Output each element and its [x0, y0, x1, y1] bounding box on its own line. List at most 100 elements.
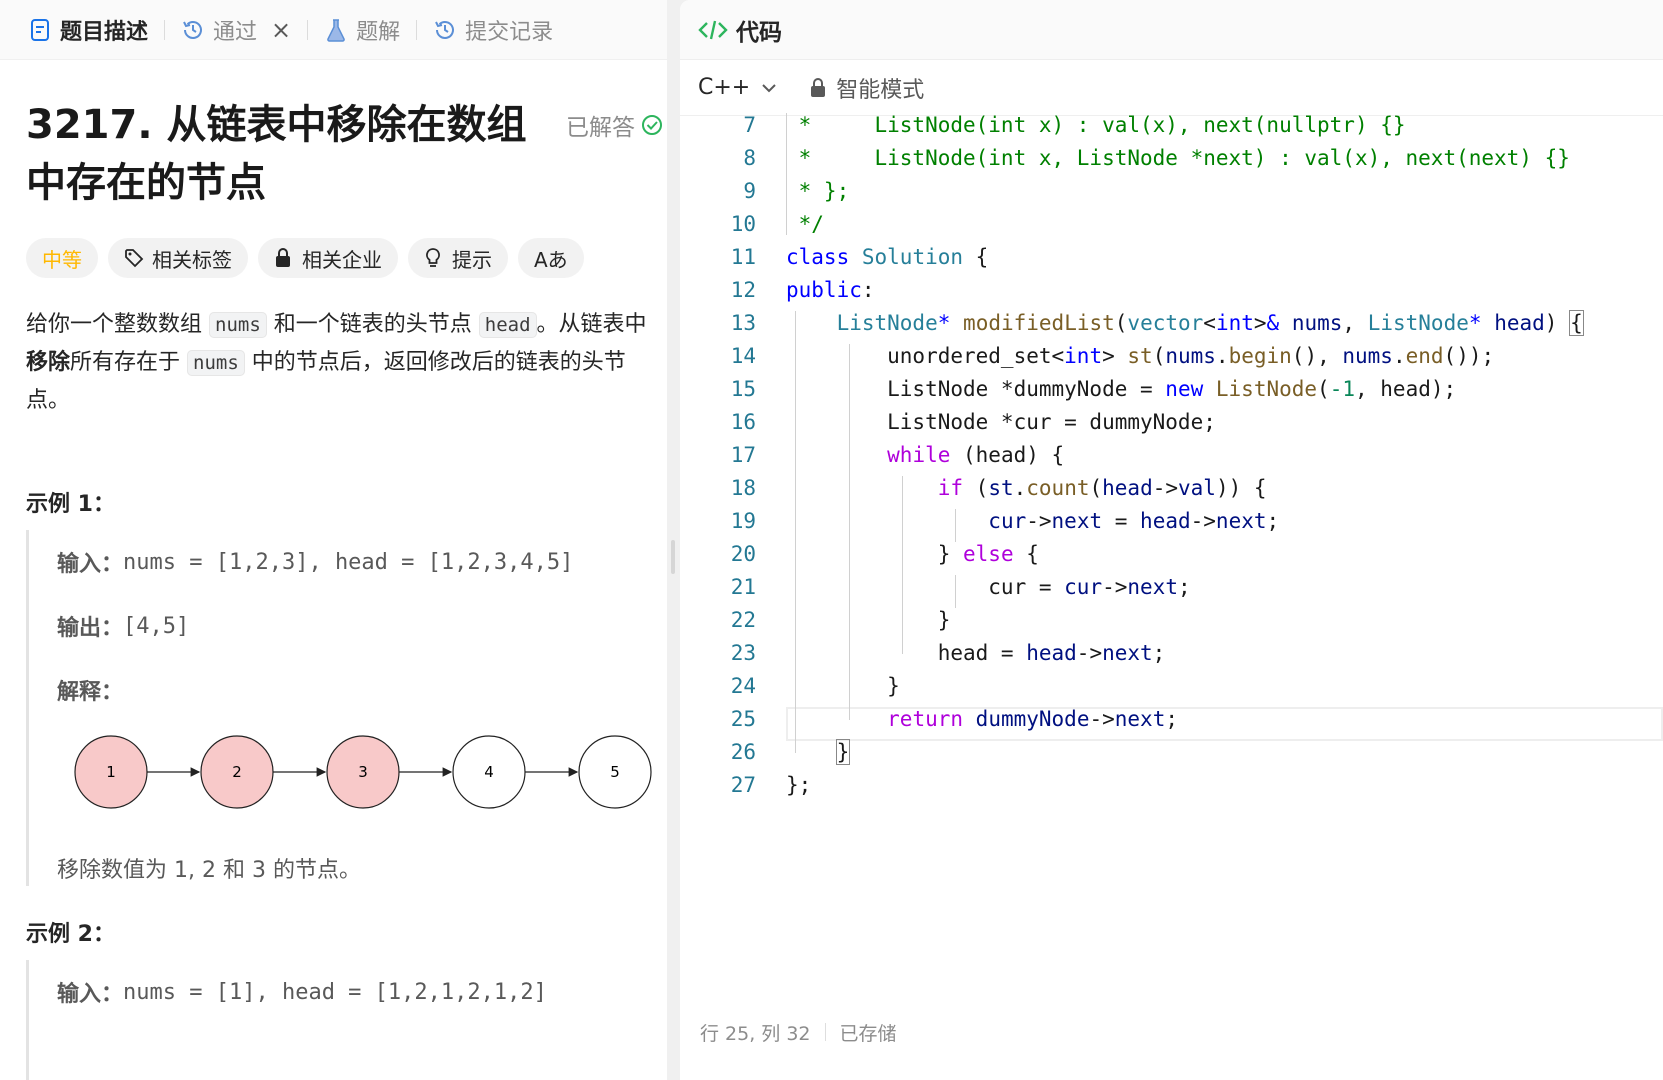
list-node-label: 4 [484, 763, 494, 781]
translate-icon: Aあ [534, 247, 568, 272]
inline-code: head [478, 312, 537, 338]
desc-text: 。从链表中 [536, 312, 647, 337]
example-2-input-value: nums = [1], head = [1,2,1,2,1,2] [123, 979, 547, 1005]
problem-title-line1: 3217. 从链表中移除在数组 [26, 102, 527, 148]
history-icon [433, 18, 457, 42]
problem-tags: 中等 相关标签 相关企业 提示 Aあ [26, 238, 584, 278]
line-number: 7 [743, 113, 756, 137]
flask-icon [324, 18, 348, 42]
line-number: 23 [730, 641, 756, 665]
hint-button[interactable]: 提示 [408, 238, 508, 278]
code-line: } [786, 608, 951, 632]
code-line: } [786, 674, 900, 698]
line-number: 26 [730, 740, 756, 764]
related-companies-button[interactable]: 相关企业 [258, 238, 398, 278]
tab-solutions-label: 题解 [356, 19, 401, 45]
code-line: * ListNode(int x) : val(x), next(nullptr… [786, 113, 1406, 137]
line-number: 8 [743, 146, 756, 170]
line-number: 18 [730, 476, 756, 500]
smart-mode-toggle[interactable]: 智能模式 [808, 72, 924, 104]
input-label: 输入： [57, 552, 124, 577]
save-status: 已存储 [839, 1022, 897, 1045]
line-number: 19 [730, 509, 756, 533]
line-number: 9 [743, 179, 756, 203]
problem-panel: 题目描述 通过 × 题解 提交记录 3217. 从链表中移除在数组 中存在的节点 [0, 0, 667, 1080]
code-line: ListNode *cur = dummyNode; [786, 410, 1216, 434]
line-number: 12 [730, 278, 756, 302]
language-select[interactable]: C++ [698, 75, 778, 100]
solved-status: 已解答 [566, 108, 663, 142]
problem-tabbar: 题目描述 通过 × 题解 提交记录 [0, 0, 667, 60]
lightbulb-icon [424, 247, 446, 269]
tab-divider [164, 19, 166, 40]
chevron-down-icon [762, 83, 776, 92]
code-line: } [835, 739, 851, 765]
line-number: 10 [730, 212, 756, 236]
panel-resize-handle[interactable] [671, 540, 675, 574]
translate-button[interactable]: Aあ [518, 238, 584, 278]
list-node-label: 3 [358, 763, 368, 781]
tab-description-label: 题目描述 [60, 19, 149, 45]
close-icon[interactable]: × [271, 16, 291, 44]
code-line: } else { [786, 542, 1039, 566]
code-icon [698, 20, 728, 39]
code-line: }; [786, 773, 812, 797]
difficulty-badge[interactable]: 中等 [26, 238, 98, 278]
desc-bold: 移除 [26, 350, 71, 375]
code-line: public: [786, 278, 875, 302]
example-1-note: 移除数值为 1, 2 和 3 的节点。 [57, 858, 361, 883]
inline-code: nums [187, 350, 245, 376]
example-2-block: 输入： nums = [1], head = [1,2,1,2,1,2] [26, 960, 646, 1080]
lock-icon [811, 77, 826, 97]
list-node-label: 5 [610, 763, 620, 781]
line-number: 13 [730, 311, 756, 335]
code-line: * ListNode(int x, ListNode *next) : val(… [786, 146, 1570, 170]
desc-text: 给你一个整数数组 [26, 312, 209, 337]
tab-solutions[interactable]: 题解 [318, 0, 406, 60]
linked-list-diagram: 1 2 3 4 5 [74, 735, 652, 809]
tab-submissions-label: 提交记录 [465, 19, 554, 45]
code-line: if (st.count(head->val)) { [937, 476, 1267, 500]
line-number: 22 [730, 608, 756, 632]
code-line: cur->next = head->next; [988, 509, 1280, 533]
tab-accepted[interactable]: 通过 × [175, 0, 297, 60]
code-line: while (head) { [887, 443, 1065, 467]
example-2-title: 示例 2： [26, 922, 115, 947]
line-number: 15 [730, 377, 756, 401]
line-number: 21 [730, 575, 756, 599]
status-divider [824, 1023, 826, 1041]
example-1-block: 输入： nums = [1,2,3], head = [1,2,3,4,5] 输… [26, 530, 652, 886]
code-line: head = head->next; [786, 641, 1166, 665]
code-line: * }; [786, 179, 850, 203]
code-editor[interactable]: 7 8 9 10 11 12 13 14 15 16 17 18 19 20 21 22 23 24 25 26 27 … [680, 113, 1663, 1033]
code-panel-title: 代码 [736, 19, 782, 46]
tab-submissions[interactable]: 提交记录 [427, 0, 559, 60]
list-node-label: 2 [232, 763, 242, 781]
line-number: 17 [730, 443, 756, 467]
example-1-title: 示例 1： [26, 492, 115, 517]
code-line: class Solution { [786, 245, 989, 269]
problem-description: 给你一个整数数组 nums 和一个链表的头节点 head 。从链表中移除所有存在于… [26, 306, 666, 420]
line-number: 24 [730, 674, 756, 698]
code-line: ListNode *dummyNode = new ListNode(-1, h… [786, 377, 1457, 401]
code-line: ListNode* modifiedList(vector<int>& nums… [836, 310, 1584, 336]
output-label: 输出： [57, 616, 124, 641]
example-1-input-value: nums = [1,2,3], head = [1,2,3,4,5] [123, 549, 574, 575]
tab-description[interactable]: 题目描述 [22, 0, 154, 60]
code-line: return dummyNode->next; [887, 707, 1178, 731]
code-line: */ [786, 212, 824, 236]
related-companies-label: 相关企业 [302, 247, 382, 272]
related-tags-button[interactable]: 相关标签 [108, 238, 248, 278]
solved-status-label: 已解答 [566, 115, 635, 141]
code-panel: 代码 C++ 智能模式 7 8 9 10 11 12 13 14 15 16 17 18 19 20 21 2… [680, 0, 1663, 1080]
code-line: cur = cur->next; [786, 575, 1191, 599]
tab-divider [416, 19, 418, 40]
line-number: 14 [730, 344, 756, 368]
tab-accepted-label: 通过 [213, 19, 258, 45]
example-1-output-value: [4,5] [123, 613, 190, 639]
example-1-explain: 解释： [57, 658, 646, 722]
hint-label: 提示 [452, 247, 492, 272]
example-1-output: 输出： [4,5] [57, 594, 646, 658]
line-number: 11 [730, 245, 756, 269]
problem-title-line2: 中存在的节点 [26, 160, 266, 206]
